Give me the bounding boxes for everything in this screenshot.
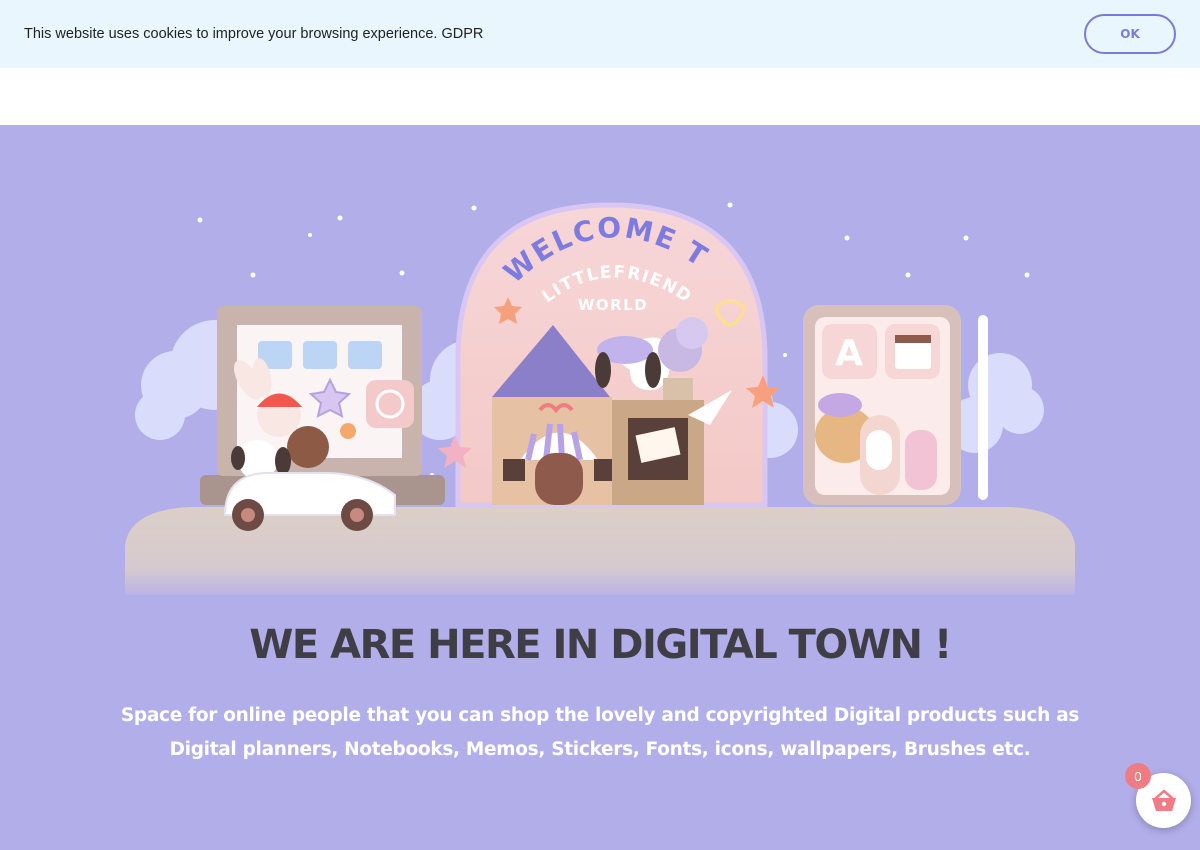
right-tablet: A: [803, 305, 988, 505]
hero-headline: WE ARE HERE IN DIGITAL TOWN !: [249, 622, 952, 668]
basket-icon: [1151, 788, 1176, 811]
hero-tagline: Space for online people that you can sho…: [120, 705, 1080, 760]
cookie-message: This website uses cookies to improve you…: [24, 26, 484, 42]
cookie-ok-button[interactable]: OK: [1084, 14, 1176, 54]
cart-count-badge: 0: [1125, 763, 1151, 789]
tablet-letter-tile: A: [835, 333, 863, 374]
hero-illustration: WELCOME TO LITTLEFRIEND WORLD: [0, 125, 1075, 595]
cookie-consent-bar: This website uses cookies to improve you…: [0, 0, 1200, 68]
hero-section: WELCOME TO LITTLEFRIEND WORLD: [0, 125, 1200, 850]
arch-title-line3: WORLD: [578, 296, 648, 314]
ground-hill: [125, 507, 1075, 595]
